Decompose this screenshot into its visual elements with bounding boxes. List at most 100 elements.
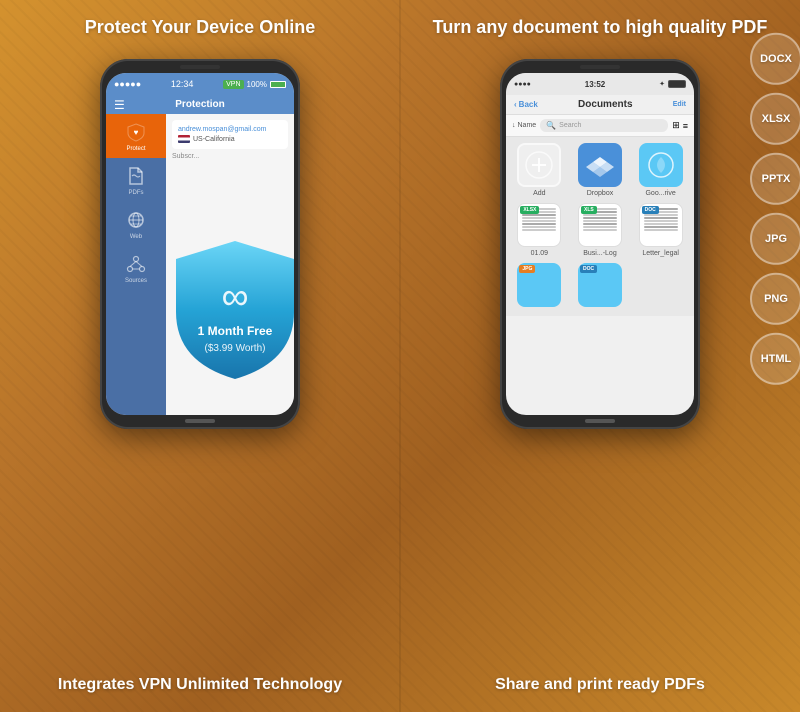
add-label: Add: [533, 190, 545, 197]
hamburger-icon[interactable]: ☰: [114, 98, 125, 112]
right-phone-container: ●●●● 13:52 ✦ ‹ Back: [400, 59, 800, 429]
sort-label: Name: [518, 122, 537, 129]
svg-text:∞: ∞: [221, 276, 248, 318]
sidebar-pdfs-label: PDFs: [129, 190, 144, 196]
right-nav-title: Documents: [578, 99, 632, 110]
left-battery-icon: [270, 81, 286, 88]
subscription-label: Subscr...: [172, 153, 288, 160]
right-phone-body: ‹ Back Documents Edit ↓ Name: [506, 95, 694, 415]
file-item-dropbox[interactable]: Dropbox: [573, 143, 628, 197]
sort-icon: ↓: [512, 122, 516, 129]
view-toggle: ⊞ ≡: [672, 120, 688, 131]
vpn-shield-overlay: ∞ 1 Month Free ($3.99 Worth): [166, 174, 294, 415]
right-phone: ●●●● 13:52 ✦ ‹ Back: [500, 59, 700, 429]
file-item-xlsx[interactable]: XLSX 01.09: [512, 203, 567, 257]
jpg-thumb: JPG: [517, 263, 561, 307]
left-phone: ●●●●● 12:34 VPN 100% ☰ Protection: [100, 59, 300, 429]
doc2-thumb: DOC: [578, 263, 622, 307]
left-nav-title: Protection: [175, 99, 224, 110]
right-status-right: ✦: [659, 80, 686, 88]
right-status-bar: ●●●● 13:52 ✦: [506, 73, 694, 95]
user-location: US-California: [178, 135, 282, 143]
bluetooth-icon: ✦: [659, 80, 665, 88]
background: Protect Your Device Online Turn any docu…: [0, 0, 800, 712]
gdrive-label: Goo...rive: [645, 190, 675, 197]
search-input[interactable]: 🔍 Search: [540, 119, 668, 132]
web-icon: [124, 208, 148, 232]
sidebar-web-label: Web: [130, 234, 142, 240]
left-nav-bar: ☰ Protection: [106, 95, 294, 114]
format-badge-docx: DOCX: [750, 33, 800, 85]
svg-text:♥: ♥: [134, 128, 139, 137]
sidebar-protect-label: Protect: [126, 146, 145, 152]
xlsx-thumb: XLSX: [517, 203, 561, 247]
sort-button[interactable]: ↓ Name: [512, 122, 536, 129]
file-item-gdrive[interactable]: Goo...rive: [633, 143, 688, 197]
file-grid: Add: [506, 137, 694, 316]
left-time: 12:34: [171, 79, 194, 89]
left-bottom-text: Integrates VPN Unlimited Technology: [0, 663, 400, 712]
left-sidebar: ♥ Protect: [106, 114, 166, 415]
dropbox-label: Dropbox: [587, 190, 613, 197]
left-status-bar: ●●●●● 12:34 VPN 100%: [106, 73, 294, 95]
doc-badge: DOC: [642, 206, 659, 214]
vpn-shield: ∞ 1 Month Free ($3.99 Worth): [170, 237, 294, 382]
list-view-icon[interactable]: ≡: [683, 121, 688, 131]
protect-icon: ♥: [124, 120, 148, 144]
doc-label: Letter_legal: [642, 250, 679, 257]
file-item-doc2[interactable]: DOC: [573, 263, 628, 310]
left-headline: Protect Your Device Online: [0, 0, 400, 49]
left-battery: 100%: [247, 80, 267, 89]
user-info-card: andrew.mospan@gmail.com US-California: [172, 120, 288, 149]
format-badges: DOCX XLSX PPTX JPG PNG HTML: [750, 33, 800, 385]
left-vpn-label: VPN: [223, 80, 243, 89]
pdf-icon: [124, 164, 148, 188]
file-item-doc[interactable]: DOC Letter_legal: [633, 203, 688, 257]
user-email: andrew.mospan@gmail.com: [178, 126, 282, 133]
svg-text:($3.99 Worth): ($3.99 Worth): [205, 343, 266, 354]
left-phone-screen: ●●●●● 12:34 VPN 100% ☰ Protection: [106, 73, 294, 415]
left-main-content: andrew.mospan@gmail.com US-California Su…: [166, 114, 294, 415]
grid-view-icon[interactable]: ⊞: [672, 120, 680, 131]
left-signal: ●●●●●: [114, 79, 141, 89]
sidebar-item-pdfs[interactable]: PDFs: [106, 158, 166, 202]
add-thumb: [517, 143, 561, 187]
sidebar-sources-label: Sources: [125, 278, 147, 284]
doc-thumb: DOC: [639, 203, 683, 247]
svg-text:1 Month Free: 1 Month Free: [198, 324, 273, 338]
dropbox-thumb: [578, 143, 622, 187]
file-item-jpg[interactable]: JPG: [512, 263, 567, 310]
edit-button[interactable]: Edit: [673, 101, 686, 108]
sidebar-item-web[interactable]: Web: [106, 202, 166, 246]
left-status-right: VPN 100%: [223, 80, 286, 89]
phone-speaker-right: [580, 65, 620, 69]
sidebar-item-protect[interactable]: ♥ Protect: [106, 114, 166, 158]
right-signal: ●●●●: [514, 81, 531, 88]
back-button[interactable]: ‹ Back: [514, 100, 538, 109]
phone-speaker-left: [180, 65, 220, 69]
left-phone-body: ♥ Protect: [106, 114, 294, 415]
format-badge-html: HTML: [750, 333, 800, 385]
xlsx-label: 01.09: [531, 250, 549, 257]
xls-label: Busi...-Log: [583, 250, 616, 257]
xlsx-badge: XLSX: [520, 206, 539, 214]
file-item-add[interactable]: Add: [512, 143, 567, 197]
right-toolbar: ↓ Name 🔍 Search ⊞ ≡: [506, 115, 694, 137]
sources-icon: [124, 252, 148, 276]
left-phone-container: ●●●●● 12:34 VPN 100% ☰ Protection: [0, 59, 400, 429]
format-badge-jpg: JPG: [750, 213, 800, 265]
jpg-badge: JPG: [519, 265, 535, 273]
format-badge-pptx: PPTX: [750, 153, 800, 205]
file-item-xls[interactable]: XLS Busi...-Log: [573, 203, 628, 257]
right-nav-bar: ‹ Back Documents Edit: [506, 95, 694, 115]
sidebar-item-sources[interactable]: Sources: [106, 246, 166, 290]
right-headline: Turn any document to high quality PDF: [400, 0, 800, 49]
format-badge-png: PNG: [750, 273, 800, 325]
us-flag: [178, 135, 190, 143]
xls-thumb: XLS: [578, 203, 622, 247]
right-battery-icon: [668, 80, 686, 88]
search-icon: 🔍: [546, 121, 556, 130]
right-phone-screen: ●●●● 13:52 ✦ ‹ Back: [506, 73, 694, 415]
search-placeholder: Search: [559, 122, 581, 129]
chevron-left-icon: ‹: [514, 100, 517, 109]
